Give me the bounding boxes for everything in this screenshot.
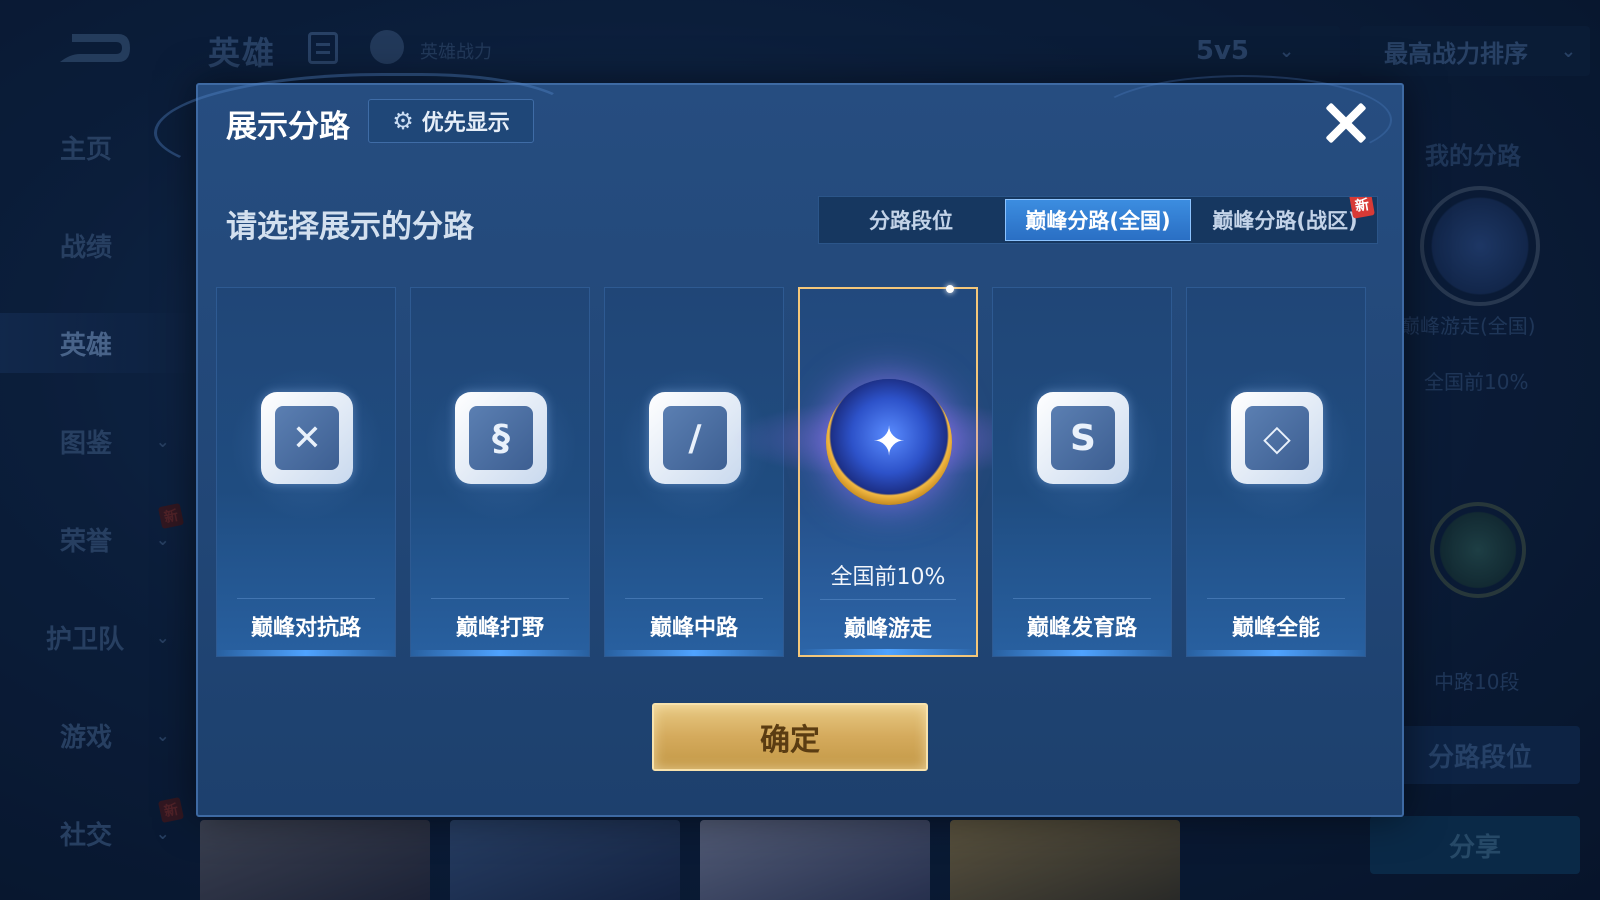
winged-emblem-icon: ✦ bbox=[826, 379, 952, 505]
icon-mark: § bbox=[492, 417, 510, 459]
dialog-title: 展示分路 bbox=[226, 109, 350, 145]
divider bbox=[625, 598, 763, 599]
priority-display-label: 优先显示 bbox=[421, 111, 510, 136]
gear-icon: ⚙ bbox=[392, 107, 414, 135]
corner-sparkle bbox=[946, 285, 954, 293]
tab-peak-lane-region[interactable]: 巅峰分路(战区) 新 bbox=[1193, 197, 1377, 243]
lane-card-allround[interactable]: ◇ 巅峰全能 bbox=[1186, 287, 1366, 657]
lane-name: 巅峰游走 bbox=[843, 617, 932, 642]
tab-label: 巅峰分路(全国) bbox=[1025, 209, 1171, 233]
slash-blade-icon: / bbox=[649, 392, 741, 484]
diamond-star-icon: ◇ bbox=[1231, 392, 1323, 484]
lane-type-tabs: 分路段位 巅峰分路(全国) 巅峰分路(战区) 新 bbox=[818, 196, 1378, 244]
dragon-icon: § bbox=[455, 392, 547, 484]
lane-rank: 全国前10% bbox=[830, 565, 946, 590]
icon-mark: ◇ bbox=[1263, 417, 1291, 459]
tab-label: 巅峰分路(战区) bbox=[1212, 209, 1358, 233]
dialog-subtitle: 请选择展示的分路 bbox=[226, 209, 474, 245]
emblem-mark: ✦ bbox=[872, 419, 906, 465]
tab-lane-rank[interactable]: 分路段位 bbox=[819, 197, 1003, 243]
lane-card-mid[interactable]: / 巅峰中路 bbox=[604, 287, 784, 657]
new-badge: 新 bbox=[1349, 197, 1375, 219]
lane-icon-wrap: ◇ bbox=[1227, 388, 1327, 488]
tab-peak-lane-national[interactable]: 巅峰分路(全国) bbox=[1005, 199, 1191, 241]
tab-label: 分路段位 bbox=[869, 209, 953, 233]
icon-mark: / bbox=[688, 417, 702, 459]
target-icon: S bbox=[1037, 392, 1129, 484]
display-lane-dialog: 展示分路 ⚙ 优先显示 请选择展示的分路 分路段位 巅峰分路(全国) 巅峰分路(… bbox=[154, 73, 1404, 817]
sword-shield-icon: ✕ bbox=[261, 392, 353, 484]
lane-name: 巅峰对抗路 bbox=[250, 616, 361, 641]
lane-name: 巅峰打野 bbox=[455, 616, 544, 641]
lane-name: 巅峰发育路 bbox=[1026, 616, 1137, 641]
lane-card-top[interactable]: ✕ 巅峰对抗路 bbox=[216, 287, 396, 657]
lane-card-jungle[interactable]: § 巅峰打野 bbox=[410, 287, 590, 657]
divider bbox=[1207, 598, 1345, 599]
lane-icon-wrap: ✕ bbox=[257, 388, 357, 488]
priority-display-button[interactable]: ⚙ 优先显示 bbox=[368, 99, 534, 143]
confirm-button[interactable]: 确定 bbox=[652, 703, 928, 771]
divider bbox=[820, 599, 956, 600]
lane-card-roam[interactable]: ✦ 全国前10% 巅峰游走 bbox=[730, 285, 1050, 657]
divider bbox=[1013, 598, 1151, 599]
lane-card-farm[interactable]: S 巅峰发育路 bbox=[992, 287, 1172, 657]
divider bbox=[431, 598, 569, 599]
lane-options: ✕ 巅峰对抗路 § 巅峰打野 / 巅峰中路 ✦ 全国前10% 巅峰游走 S 巅峰… bbox=[216, 285, 1388, 657]
lane-name: 巅峰中路 bbox=[649, 616, 738, 641]
close-button[interactable] bbox=[1318, 95, 1374, 151]
lane-icon-wrap: S bbox=[1033, 388, 1133, 488]
divider bbox=[237, 598, 375, 599]
lane-name: 巅峰全能 bbox=[1231, 616, 1320, 641]
icon-mark: ✕ bbox=[291, 417, 323, 459]
lane-icon-wrap: § bbox=[451, 388, 551, 488]
icon-mark: S bbox=[1070, 417, 1096, 459]
